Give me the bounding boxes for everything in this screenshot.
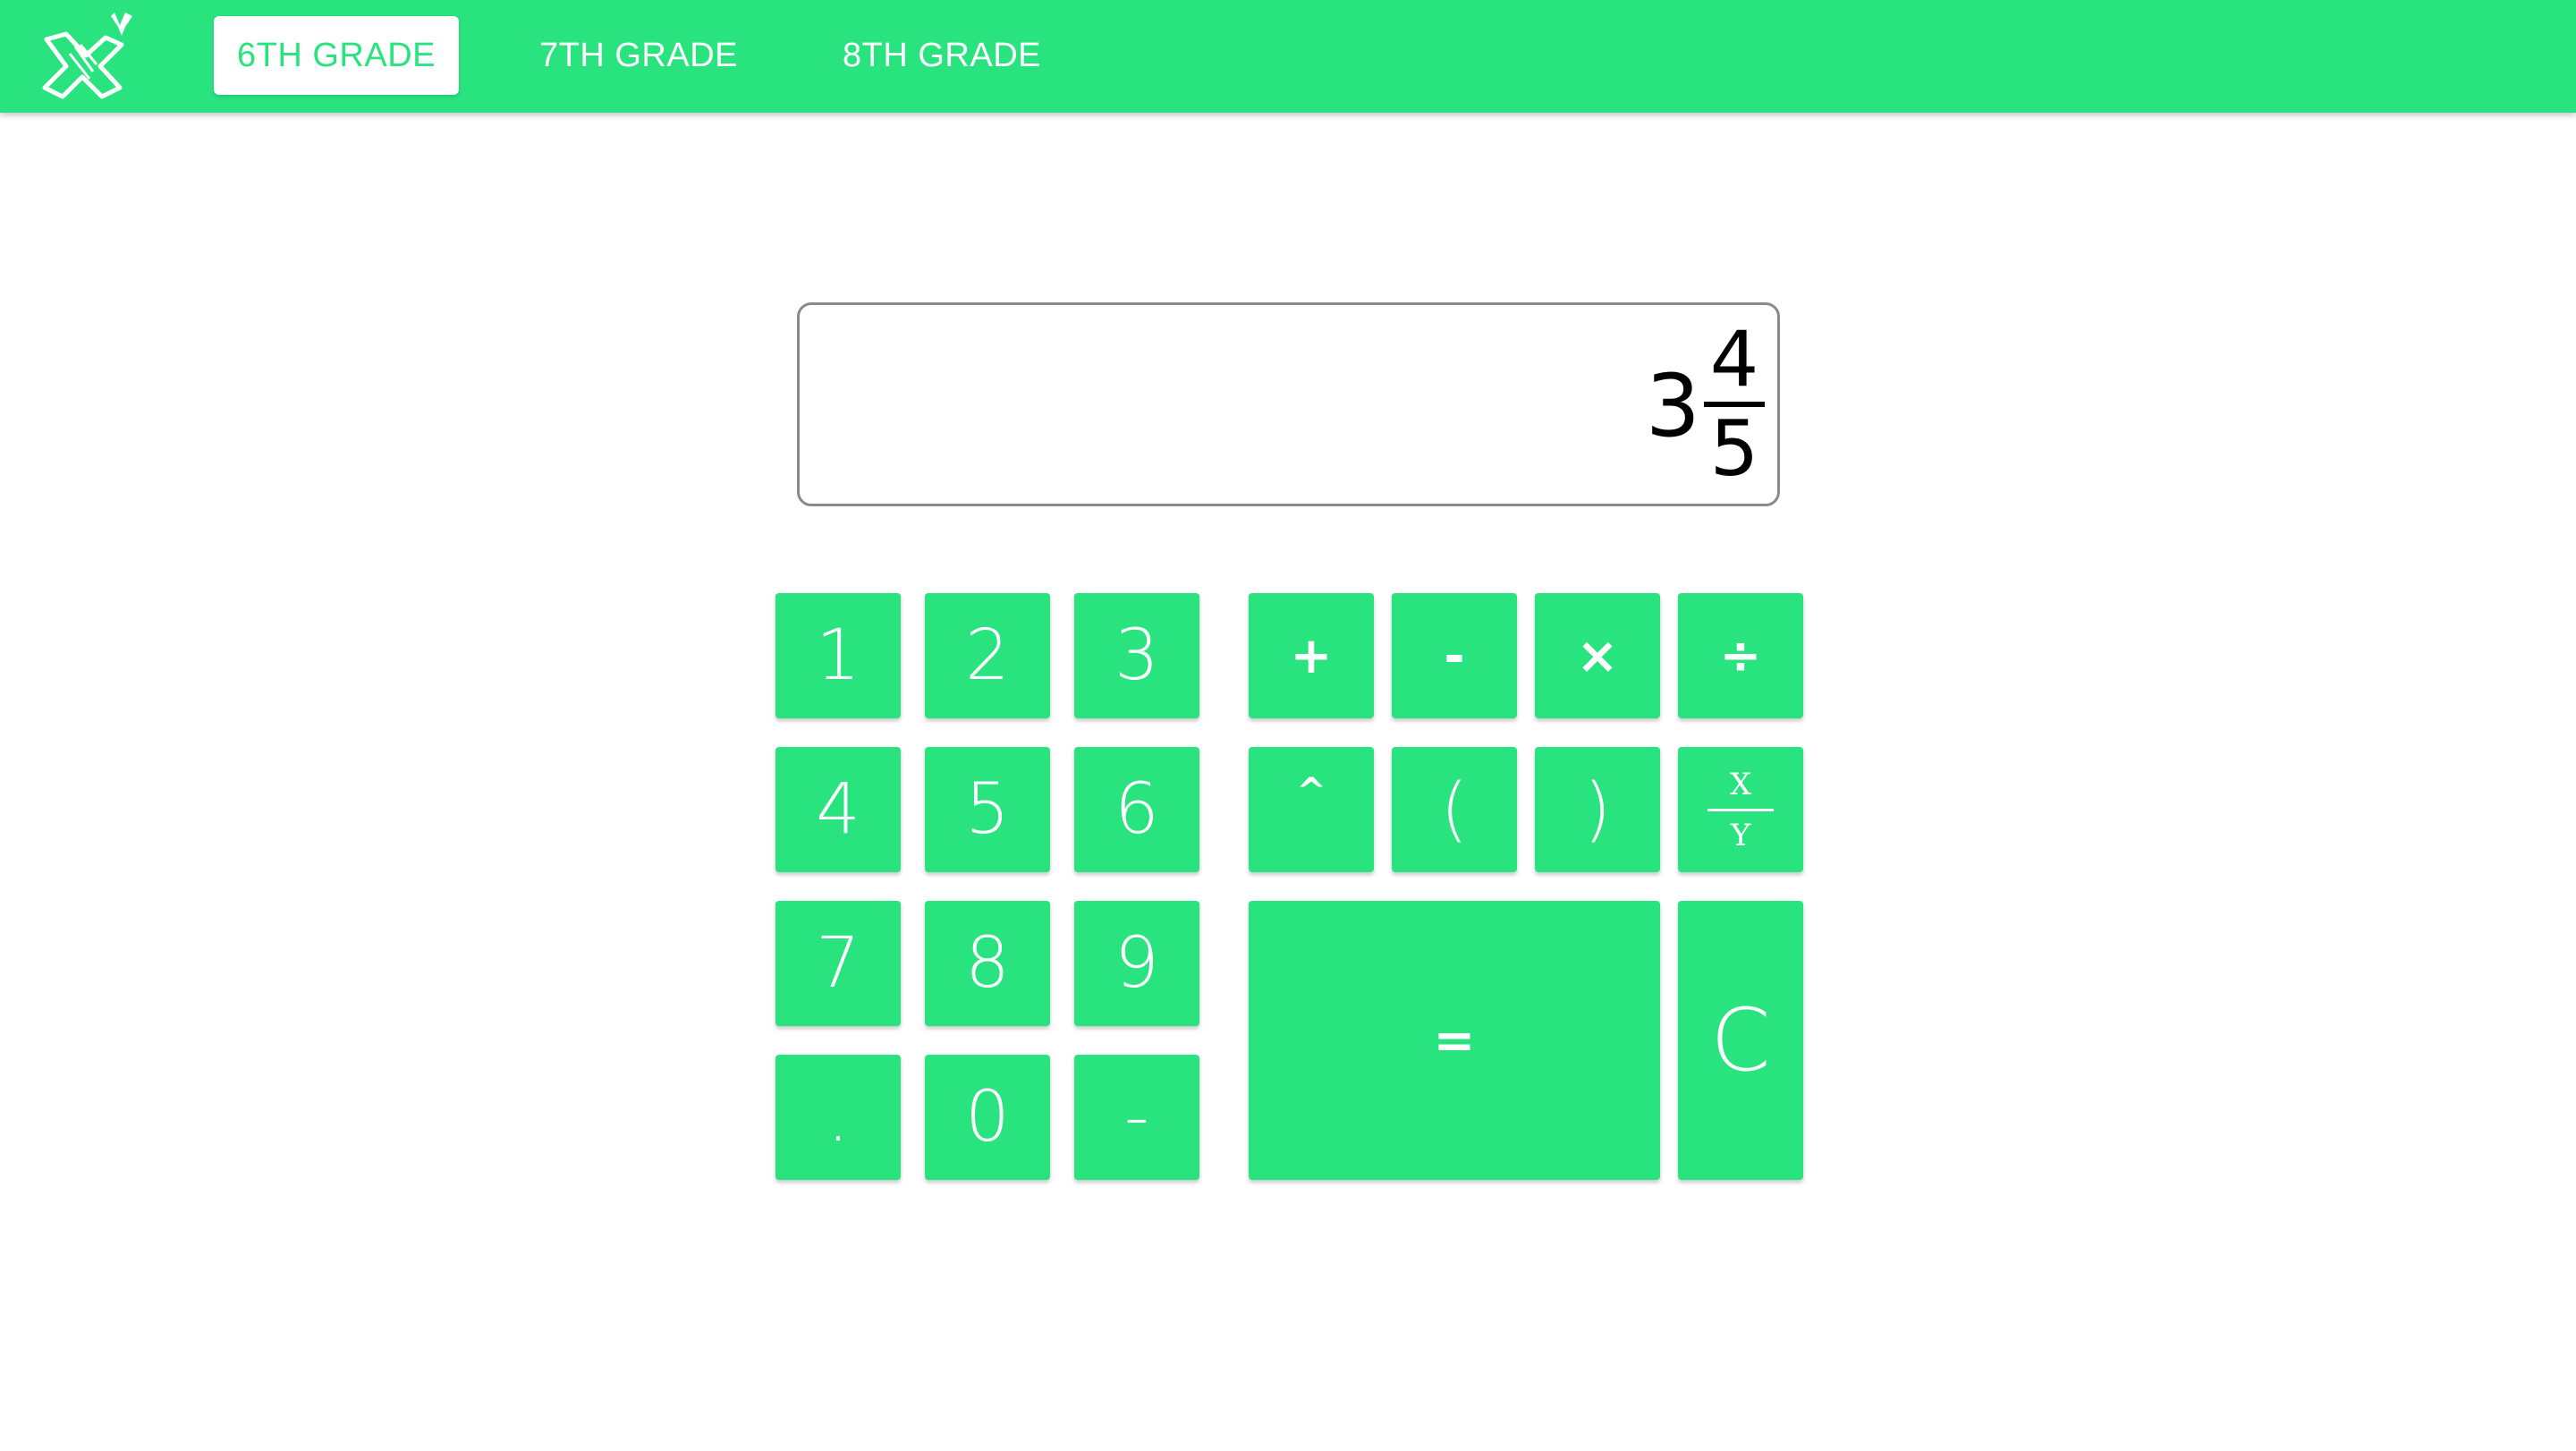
key-label: (	[1440, 769, 1469, 850]
top-navigation-bar: 6TH GRADE 7TH GRADE 8TH GRADE	[0, 0, 2576, 113]
key-3[interactable]: 3	[1074, 593, 1199, 718]
key-0[interactable]: 0	[925, 1055, 1050, 1180]
whole-part: 3	[1645, 356, 1700, 456]
key-label: C	[1710, 990, 1771, 1090]
key-label: =	[1433, 1011, 1476, 1070]
key-label: 1	[816, 615, 860, 696]
key-label: 3	[1114, 615, 1159, 696]
key-plus[interactable]: +	[1249, 593, 1374, 718]
key-label: .	[826, 1077, 850, 1158]
key-label: 5	[965, 769, 1010, 850]
mixed-number: 3 4 5	[1646, 310, 1765, 498]
key-label: 0	[965, 1077, 1010, 1158]
key-right-paren[interactable]: )	[1535, 747, 1660, 872]
fraction: 4 5	[1704, 321, 1765, 488]
key-1[interactable]: 1	[775, 593, 901, 718]
key-clear[interactable]: C	[1678, 901, 1803, 1180]
key-label: -	[1444, 626, 1465, 685]
key-8[interactable]: 8	[925, 901, 1050, 1026]
key-fraction[interactable]: X Y	[1678, 747, 1803, 872]
key-label: -	[1123, 1077, 1150, 1158]
tab-7th-grade[interactable]: 7TH GRADE	[526, 16, 751, 95]
key-label: )	[1583, 769, 1612, 850]
key-label: 6	[1114, 769, 1159, 850]
key-left-paren[interactable]: (	[1392, 747, 1517, 872]
calculator-display: 3 4 5	[797, 302, 1780, 506]
key-minus[interactable]: -	[1392, 593, 1517, 718]
key-label: 4	[816, 769, 860, 850]
key-label: 9	[1114, 923, 1159, 1004]
fraction-top-label: X	[1729, 766, 1752, 802]
key-5[interactable]: 5	[925, 747, 1050, 872]
key-9[interactable]: 9	[1074, 901, 1199, 1026]
key-2[interactable]: 2	[925, 593, 1050, 718]
key-decimal-point[interactable]: .	[775, 1055, 901, 1180]
key-label: +	[1290, 626, 1333, 685]
key-negative[interactable]: -	[1074, 1055, 1199, 1180]
fraction-bottom-label: Y	[1730, 817, 1751, 853]
key-multiply[interactable]: ×	[1535, 593, 1660, 718]
key-divide[interactable]: ÷	[1678, 593, 1803, 718]
tab-8th-grade[interactable]: 8TH GRADE	[827, 16, 1056, 95]
key-4[interactable]: 4	[775, 747, 901, 872]
key-label: ^	[1296, 771, 1326, 812]
key-7[interactable]: 7	[775, 901, 901, 1026]
numerator: 4	[1709, 315, 1759, 404]
fraction-template-bar	[1707, 808, 1774, 811]
fraction-template-icon: X Y	[1707, 769, 1774, 851]
key-6[interactable]: 6	[1074, 747, 1199, 872]
key-exponent[interactable]: ^	[1249, 747, 1374, 872]
key-label: 2	[965, 615, 1010, 696]
math-x-logo-icon[interactable]	[39, 9, 145, 102]
key-equals[interactable]: =	[1249, 901, 1660, 1180]
key-label: 7	[816, 923, 860, 1004]
key-label: ÷	[1719, 626, 1762, 685]
key-label: 8	[965, 923, 1010, 1004]
key-label: ×	[1576, 626, 1619, 685]
denominator: 5	[1709, 404, 1759, 494]
tab-6th-grade[interactable]: 6TH GRADE	[214, 16, 459, 95]
